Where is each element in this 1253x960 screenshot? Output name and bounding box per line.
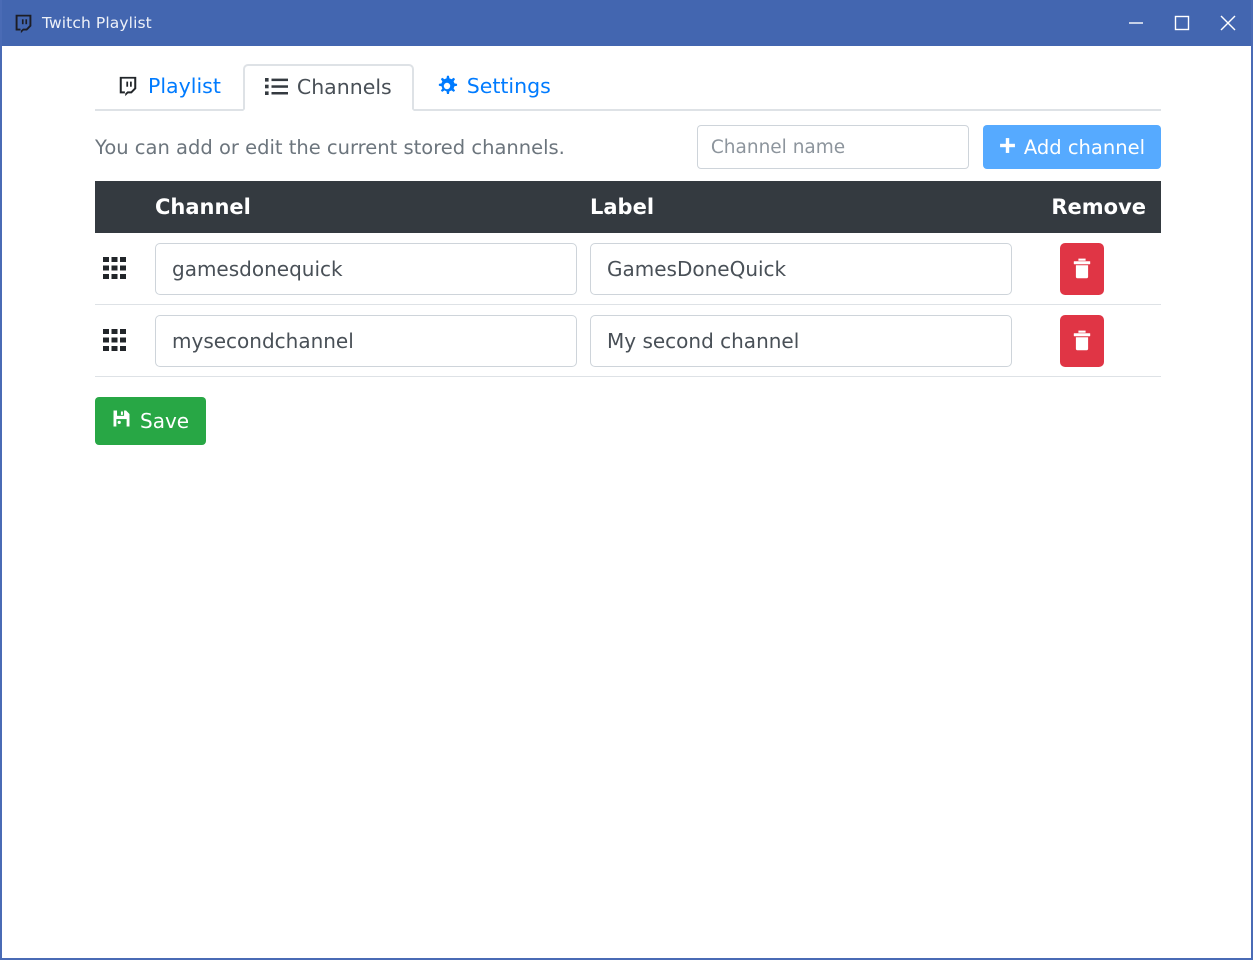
window-title: Twitch Playlist: [42, 14, 152, 32]
close-icon: [1220, 15, 1236, 31]
add-channel-form: Add channel: [696, 125, 1161, 169]
tab-settings[interactable]: Settings: [414, 62, 573, 111]
drag-grid-icon: [103, 257, 126, 279]
table-row: [95, 233, 1161, 305]
cell-label: [590, 314, 1012, 367]
channel-input-row-1[interactable]: [155, 242, 577, 295]
remove-channel-button-row-2[interactable]: [1060, 314, 1104, 367]
window-body: Playlist Channels Settings You can add o…: [2, 46, 1251, 958]
close-button[interactable]: [1205, 0, 1251, 46]
tab-settings-label: Settings: [466, 73, 551, 98]
cell-channel: [155, 314, 590, 367]
cell-channel: [155, 242, 590, 295]
channels-table: Channel Label Remove: [95, 181, 1161, 377]
drag-grid-icon: [103, 329, 126, 351]
save-area: Save: [95, 397, 1251, 445]
list-icon: [264, 77, 288, 96]
tab-playlist[interactable]: Playlist: [95, 62, 243, 111]
column-header-label: Label: [590, 195, 655, 219]
cell-label: [590, 242, 1012, 295]
cell-remove: [1012, 242, 1179, 295]
drag-handle[interactable]: [95, 328, 155, 353]
save-button[interactable]: Save: [95, 397, 207, 445]
channel-name-input[interactable]: [696, 125, 969, 169]
table-row: [95, 305, 1161, 377]
window-controls: [1113, 0, 1251, 46]
panel-description: You can add or edit the current stored c…: [95, 135, 565, 159]
remove-channel-button-row-1[interactable]: [1060, 242, 1104, 295]
floppy-save-icon: [112, 409, 131, 433]
tab-playlist-label: Playlist: [148, 73, 221, 98]
cell-remove: [1012, 314, 1179, 367]
twitch-logo-icon: [117, 75, 139, 97]
gear-icon: [436, 75, 458, 97]
drag-handle[interactable]: [95, 256, 155, 281]
table-header-row: Channel Label Remove: [95, 181, 1161, 233]
tab-channels[interactable]: Channels: [242, 63, 414, 111]
column-header-channel: Channel: [155, 195, 251, 219]
maximize-button[interactable]: [1159, 0, 1205, 46]
trash-icon: [1073, 330, 1091, 351]
titlebar: Twitch Playlist: [2, 0, 1251, 46]
twitch-logo-icon: [12, 12, 34, 34]
plus-icon: [999, 136, 1016, 159]
add-channel-button[interactable]: Add channel: [982, 125, 1161, 169]
minimize-icon: [1129, 22, 1143, 24]
label-input-row-1[interactable]: [590, 242, 1012, 295]
minimize-button[interactable]: [1113, 0, 1159, 46]
column-header-remove: Remove: [1051, 195, 1146, 219]
panel-subheader: You can add or edit the current stored c…: [95, 111, 1161, 177]
trash-icon: [1073, 258, 1091, 279]
maximize-icon: [1174, 15, 1190, 31]
tab-channels-label: Channels: [296, 74, 392, 99]
label-input-row-2[interactable]: [590, 314, 1012, 367]
channel-input-row-2[interactable]: [155, 314, 577, 367]
tab-bar: Playlist Channels Settings: [95, 46, 1161, 111]
save-button-label: Save: [140, 409, 190, 433]
add-channel-label: Add channel: [1023, 135, 1145, 159]
app-window: Twitch Playlist Playlist Channels Settin…: [0, 0, 1253, 960]
